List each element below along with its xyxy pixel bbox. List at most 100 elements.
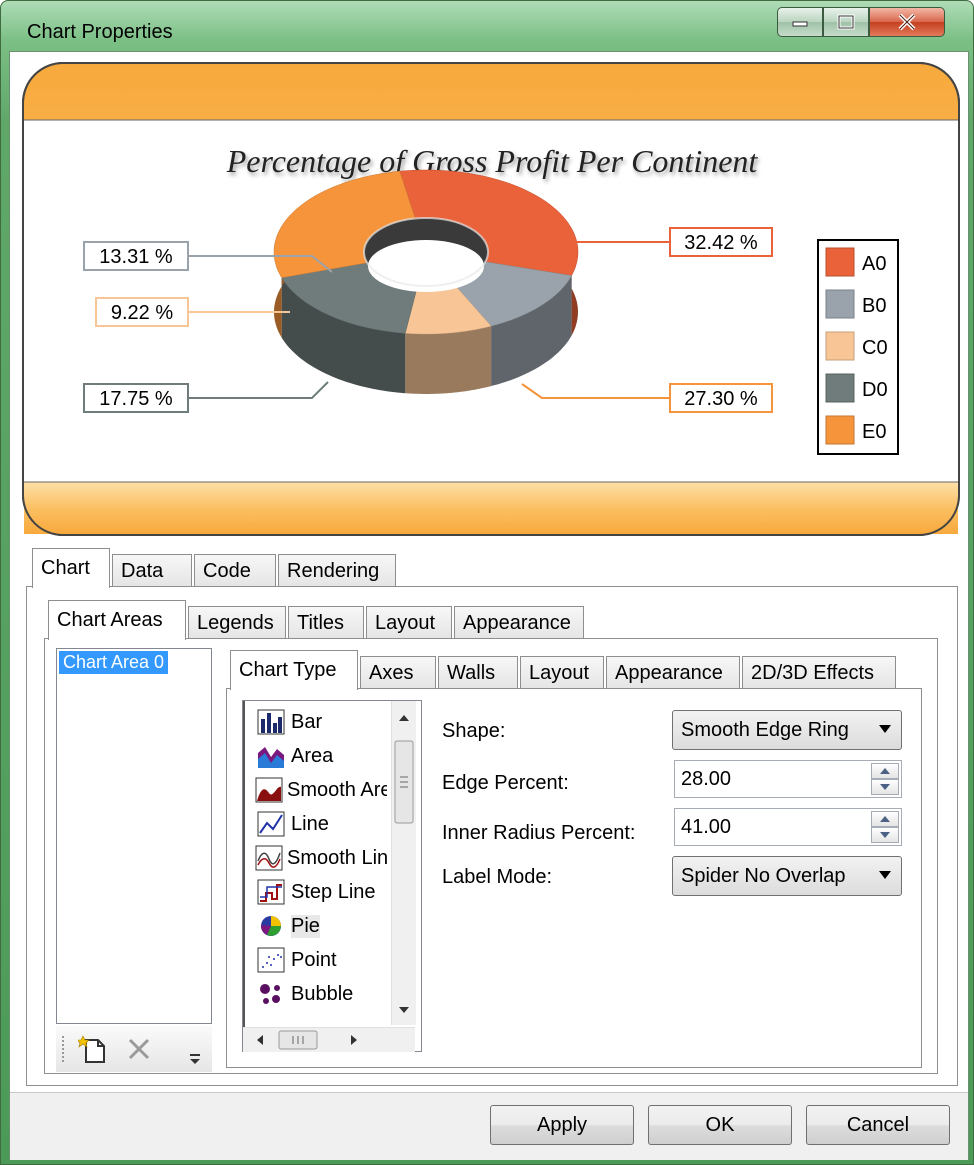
tab-chart[interactable]: Chart (32, 548, 110, 588)
tab-area-appearance[interactable]: Appearance (606, 656, 740, 690)
edge-percent-value: 28.00 (681, 767, 732, 790)
chart-area-item[interactable]: Chart Area 0 (59, 651, 169, 674)
close-icon (898, 13, 916, 31)
data-label-E0: 27.30 % (684, 388, 758, 410)
tab-code[interactable]: Code (194, 554, 276, 588)
caption-buttons (777, 7, 945, 39)
chart-legend: A0 B0 C0 D0 E0 (817, 239, 899, 455)
cancel-button[interactable]: Cancel (806, 1105, 950, 1145)
tab-chart-type[interactable]: Chart Type (230, 650, 358, 690)
chart-type-items: Bar Area Smooth Area Line Smooth Line Step Li… (249, 705, 387, 1017)
area-subtabs: Chart Type Axes Walls Layout Appearance … (230, 650, 898, 690)
delete-area-icon[interactable] (126, 1036, 152, 1062)
dialog-client-area: Percentage of Gross Profit Per Continent… (9, 51, 969, 1160)
chart-preview: Percentage of Gross Profit Per Continent… (22, 62, 960, 536)
spin-down-icon[interactable] (871, 827, 899, 843)
chart-type-item[interactable]: Area (249, 739, 387, 773)
legend-swatch-E0 (825, 415, 855, 445)
legend-label-D0: D0 (862, 379, 888, 401)
tab-axes[interactable]: Axes (360, 656, 436, 690)
window-title: Chart Properties (27, 21, 173, 43)
shape-dropdown[interactable]: Smooth Edge Ring (672, 710, 902, 750)
chart-type-item[interactable]: Step Line (249, 875, 387, 909)
tab-data[interactable]: Data (112, 554, 192, 588)
tab-walls[interactable]: Walls (438, 656, 518, 690)
chart-type-item[interactable]: Point (249, 943, 387, 977)
minimize-button[interactable] (777, 7, 823, 37)
donut-side-C0 (405, 326, 492, 394)
dropdown-arrow-icon (879, 871, 891, 879)
chart-type-label: Line (291, 812, 329, 835)
chart-type-label: Bubble (291, 982, 354, 1005)
chart-properties-window: Chart Properties Percentage of Gross Pro… (0, 0, 974, 1165)
chart-type-label: Pie (291, 914, 320, 938)
legend-label-A0: A0 (862, 253, 886, 275)
legend-label-C0: C0 (862, 337, 888, 359)
label-mode-dropdown[interactable]: Spider No Overlap (672, 856, 902, 896)
step-line-icon (255, 879, 287, 905)
chart-type-label: Smooth Line (287, 846, 387, 869)
data-label-C0: 9.22 % (111, 302, 173, 324)
chart-type-label: Area (291, 744, 334, 767)
shape-label: Shape: (442, 720, 506, 742)
label-mode-label: Label Mode: (442, 866, 553, 888)
legend-swatch-A0 (825, 247, 855, 277)
tab-2d3d-effects[interactable]: 2D/3D Effects (742, 656, 896, 690)
spin-up-icon[interactable] (871, 811, 899, 827)
spin-up-icon[interactable] (871, 763, 899, 779)
chart-type-item[interactable]: Smooth Area (249, 773, 387, 807)
tab-titles[interactable]: Titles (288, 606, 364, 640)
inner-radius-label: Inner Radius Percent: (442, 822, 636, 844)
tab-legends[interactable]: Legends (188, 606, 286, 640)
donut-chart (273, 169, 579, 394)
new-area-icon[interactable] (78, 1034, 108, 1064)
line-chart-icon (255, 811, 287, 837)
chart-type-label: Step Line (291, 880, 376, 903)
chart-areas-list[interactable]: Chart Area 0 (56, 648, 212, 1024)
donut-hole (368, 240, 484, 292)
inner-radius-value: 41.00 (681, 815, 732, 838)
chart-type-label: Point (291, 948, 337, 971)
bubble-chart-icon (255, 981, 287, 1007)
close-button[interactable] (869, 7, 945, 37)
chart-title: Percentage of Gross Profit Per Continent (226, 143, 759, 179)
edge-percent-spinner[interactable]: 28.00 (674, 760, 902, 798)
tab-chart-areas[interactable]: Chart Areas (48, 600, 186, 640)
inner-radius-spinner[interactable]: 41.00 (674, 808, 902, 846)
chart-type-vscroll[interactable] (391, 701, 416, 1025)
legend-swatch-C0 (825, 331, 855, 361)
main-tabs: Chart Data Code Rendering (32, 548, 398, 588)
ok-button[interactable]: OK (648, 1105, 792, 1145)
chart-frame-bottom (24, 482, 958, 534)
data-label-A0: 32.42 % (684, 232, 758, 254)
legend-swatch-B0 (825, 289, 855, 319)
bar-chart-icon (255, 709, 287, 735)
areas-toolbar (56, 1026, 212, 1072)
area-chart-icon (255, 743, 287, 769)
chart-type-item[interactable]: Smooth Line (249, 841, 387, 875)
chart-type-list[interactable]: Bar Area Smooth Area Line Smooth Line Step Li… (242, 700, 422, 1052)
apply-button[interactable]: Apply (490, 1105, 634, 1145)
maximize-icon (837, 14, 855, 30)
maximize-button[interactable] (823, 7, 869, 37)
data-label-B0: 13.31 % (99, 246, 173, 268)
smooth-area-icon (255, 777, 283, 803)
point-chart-icon (255, 947, 287, 973)
tab-appearance[interactable]: Appearance (454, 606, 584, 640)
tab-area-layout[interactable]: Layout (520, 656, 604, 690)
chart-type-item[interactable]: Bar (249, 705, 387, 739)
chart-type-item[interactable]: Pie (249, 909, 387, 943)
chart-type-hscroll[interactable] (243, 1027, 415, 1052)
overflow-chevron-icon[interactable] (188, 1050, 202, 1066)
dropdown-arrow-icon (879, 725, 891, 733)
spin-down-icon[interactable] (871, 779, 899, 795)
tab-layout[interactable]: Layout (366, 606, 452, 640)
smooth-line-icon (255, 845, 283, 871)
chart-type-item[interactable]: Bubble (249, 977, 387, 1011)
tab-rendering[interactable]: Rendering (278, 554, 396, 588)
pie-chart-icon (255, 913, 287, 939)
chart-type-label: Bar (291, 710, 323, 733)
chart-type-label: Smooth Area (287, 778, 387, 801)
label-mode-value: Spider No Overlap (681, 864, 846, 887)
chart-type-item[interactable]: Line (249, 807, 387, 841)
